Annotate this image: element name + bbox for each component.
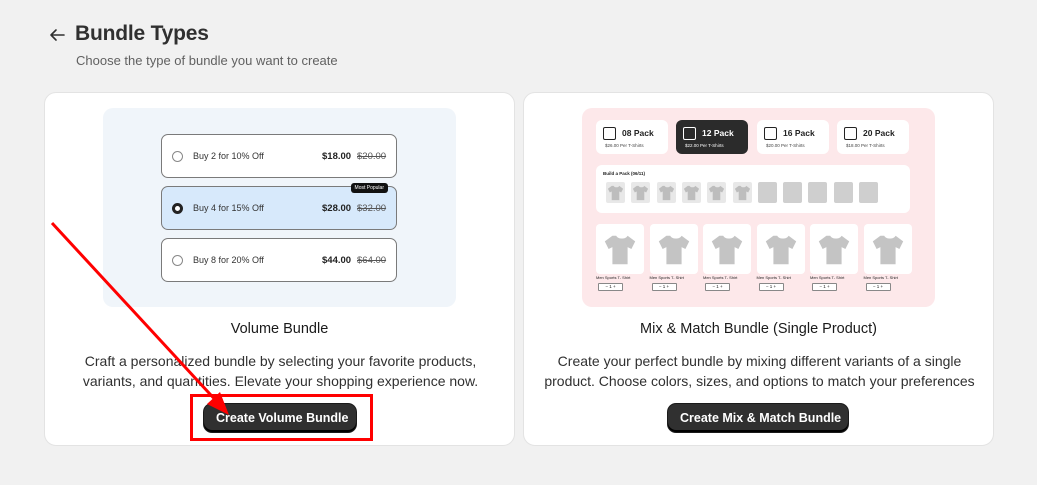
product-name: Men Sports T- Shirt [596,275,631,280]
builder-slot-filled [606,182,625,203]
most-popular-badge: Most Popular [350,183,388,193]
builder-slot-filled [631,182,651,203]
mix-match-bundle-title: Mix & Match Bundle (Single Product) [640,321,877,337]
volume-bundle-title: Volume Bundle [230,321,329,337]
product-tile [596,224,644,274]
tshirt-icon [709,185,725,201]
product-tile [649,224,698,274]
quantity-stepper: − 1 + [651,283,677,291]
tshirt-icon [872,235,903,265]
builder-slot-filled [732,182,752,203]
tier-option: Buy 8 for 20% Off $44.00 $64.00 [161,238,397,282]
quantity-stepper: − 1 + [758,283,784,291]
pack-name: 12 Pack [702,128,734,138]
radio-icon [172,151,183,162]
box-icon [764,127,777,140]
pack-price: $18.00 Per T-Shirts [846,143,885,148]
tier-price: $18.00 [322,151,352,162]
tshirt-icon [765,235,796,265]
tier-label: Buy 4 for 15% Off [193,203,264,213]
tshirt-icon [604,235,636,265]
quantity-stepper: − 1 + [705,283,730,291]
product-tile [756,224,805,274]
tshirt-icon [633,185,649,201]
pack-name: 08 Pack [622,128,654,138]
tier-compare-price: $64.00 [357,255,387,266]
pack-option-selected: 12 Pack $22.00 Per T-Shirts [676,120,748,154]
builder-slot-empty [783,182,803,203]
pack-option: 20 Pack $18.00 Per T-Shirts [837,120,909,154]
builder-slot-filled [707,182,727,203]
pack-option: 08 Pack $26.00 Per T-Shirts [596,120,668,154]
builder-slot-empty [859,182,878,203]
builder-slot-empty [757,182,777,203]
tshirt-icon [607,185,624,201]
radio-selected-icon [172,203,183,214]
tier-label: Buy 8 for 20% Off [193,255,264,265]
page-subtitle: Choose the type of bundle you want to cr… [76,53,338,68]
highlight-box [190,394,373,441]
back-arrow-icon[interactable] [48,27,66,43]
pack-option: 16 Pack $20.00 Per T-Shirts [757,120,829,154]
box-icon [844,127,857,140]
product-name: Men Sports T- Shirt [649,275,684,280]
tshirt-icon [818,235,850,265]
builder-slot-filled [681,182,701,203]
volume-bundle-preview: Buy 2 for 10% Off $18.00 $20.00 Most Pop… [103,108,456,307]
product-tile [863,224,912,274]
tier-price: $44.00 [322,255,352,266]
tier-compare-price: $20.00 [357,151,387,162]
pack-price: $26.00 Per T-Shirts [605,143,644,148]
tier-price: $28.00 [322,203,352,214]
product-name: Men Sports T- Shirt [756,275,791,280]
tier-option-selected: Most Popular Buy 4 for 15% Off $28.00 $3… [161,183,397,230]
pack-name: 20 Pack [863,128,895,138]
pack-name: 16 Pack [783,128,815,138]
quantity-stepper: − 1 + [598,283,623,291]
tier-option: Buy 2 for 10% Off $18.00 $20.00 [161,134,397,178]
tshirt-icon [683,185,699,201]
builder-slot-empty [808,182,828,203]
box-icon [603,127,616,140]
tshirt-icon [734,185,750,201]
pack-price: $22.00 Per T-Shirts [685,143,724,148]
volume-bundle-card: Buy 2 for 10% Off $18.00 $20.00 Most Pop… [44,92,515,446]
tshirt-icon [658,185,674,201]
pack-price: $20.00 Per T-Shirts [766,143,805,148]
product-name: Men Sports T- Shirt [810,275,845,280]
radio-icon [172,255,183,266]
create-mix-match-bundle-button[interactable]: Create Mix & Match Bundle [668,404,848,432]
pack-builder: Build a Pack (06/11) [596,165,910,213]
builder-slot-empty [833,182,853,203]
builder-slot-filled [656,182,676,203]
mix-match-bundle-preview: 08 Pack $26.00 Per T-Shirts 12 Pack $22.… [582,108,935,307]
mix-match-bundle-card: 08 Pack $26.00 Per T-Shirts 12 Pack $22.… [523,92,994,446]
tier-compare-price: $32.00 [357,203,387,214]
product-name: Men Sports T- Shirt [863,275,898,280]
tshirt-icon [658,235,689,265]
tshirt-icon [711,235,743,265]
mix-match-bundle-description: Create your perfect bundle by mixing dif… [544,353,975,389]
builder-title: Build a Pack (06/11) [603,171,646,176]
tier-label: Buy 2 for 10% Off [193,151,264,161]
product-tile [810,224,858,274]
quantity-stepper: − 1 + [865,283,891,291]
product-tile [703,224,751,274]
volume-bundle-description: Craft a personalized bundle by selecting… [82,353,479,389]
page-title: Bundle Types [75,22,209,45]
quantity-stepper: − 1 + [812,283,837,291]
box-icon [683,127,696,140]
product-name: Men Sports T- Shirt [703,275,738,280]
